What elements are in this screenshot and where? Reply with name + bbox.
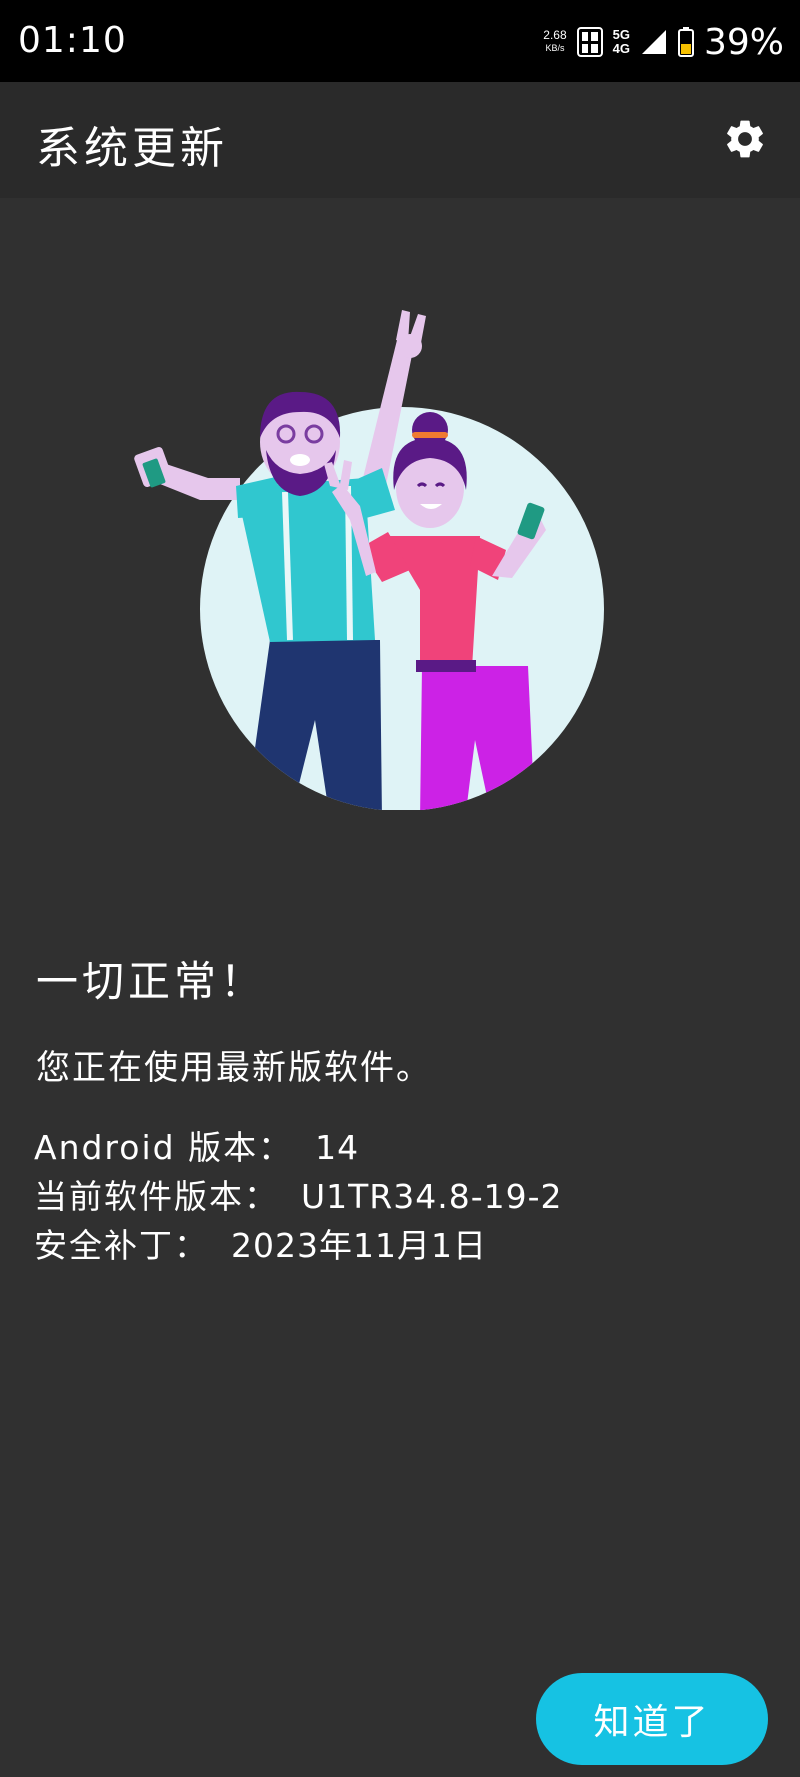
security-patch-label: 安全补丁： xyxy=(34,1226,209,1265)
got-it-button[interactable]: 知道了 xyxy=(536,1673,768,1765)
battery-icon xyxy=(677,27,694,57)
android-version-row: Android 版本： 14 xyxy=(34,1123,563,1172)
gear-icon[interactable] xyxy=(722,116,768,162)
app-bar: 系统更新 xyxy=(0,82,800,198)
software-version-label: 当前软件版本： xyxy=(34,1177,279,1216)
network-speed: 2.68 KB/s xyxy=(543,29,566,55)
battery-percent: 39% xyxy=(703,21,784,63)
signal-icon xyxy=(641,30,666,54)
software-version-row: 当前软件版本： U1TR34.8-19-2 xyxy=(34,1172,563,1221)
network-type: 5G 4G xyxy=(613,28,630,56)
network-type-bottom: 4G xyxy=(612,41,630,56)
software-version-value: U1TR34.8-19-2 xyxy=(301,1177,563,1216)
status-headline: 一切正常！ xyxy=(36,957,267,1006)
network-speed-unit: KB/s xyxy=(545,43,565,53)
network-speed-value: 2.68 xyxy=(543,28,567,42)
security-patch-row: 安全补丁： 2023年11月1日 xyxy=(34,1221,563,1270)
status-bar: 01:10 2.68 KB/s 5G 4G 39% xyxy=(0,0,800,82)
security-patch-value: 2023年11月1日 xyxy=(231,1226,487,1265)
status-time: 01:10 xyxy=(18,20,127,61)
android-version-label: Android 版本： xyxy=(34,1128,294,1167)
network-type-top: 5G xyxy=(612,27,630,42)
page-title: 系统更新 xyxy=(36,123,228,174)
hd-icon xyxy=(576,27,603,57)
status-subtitle: 您正在使用最新版软件。 xyxy=(36,1048,432,1088)
status-icons: 2.68 KB/s 5G 4G 39% xyxy=(543,20,784,64)
two-people-celebrating-illustration xyxy=(134,310,604,810)
version-info-list: Android 版本： 14 当前软件版本： U1TR34.8-19-2 安全补丁：… xyxy=(34,1123,563,1270)
android-version-value: 14 xyxy=(315,1128,360,1167)
